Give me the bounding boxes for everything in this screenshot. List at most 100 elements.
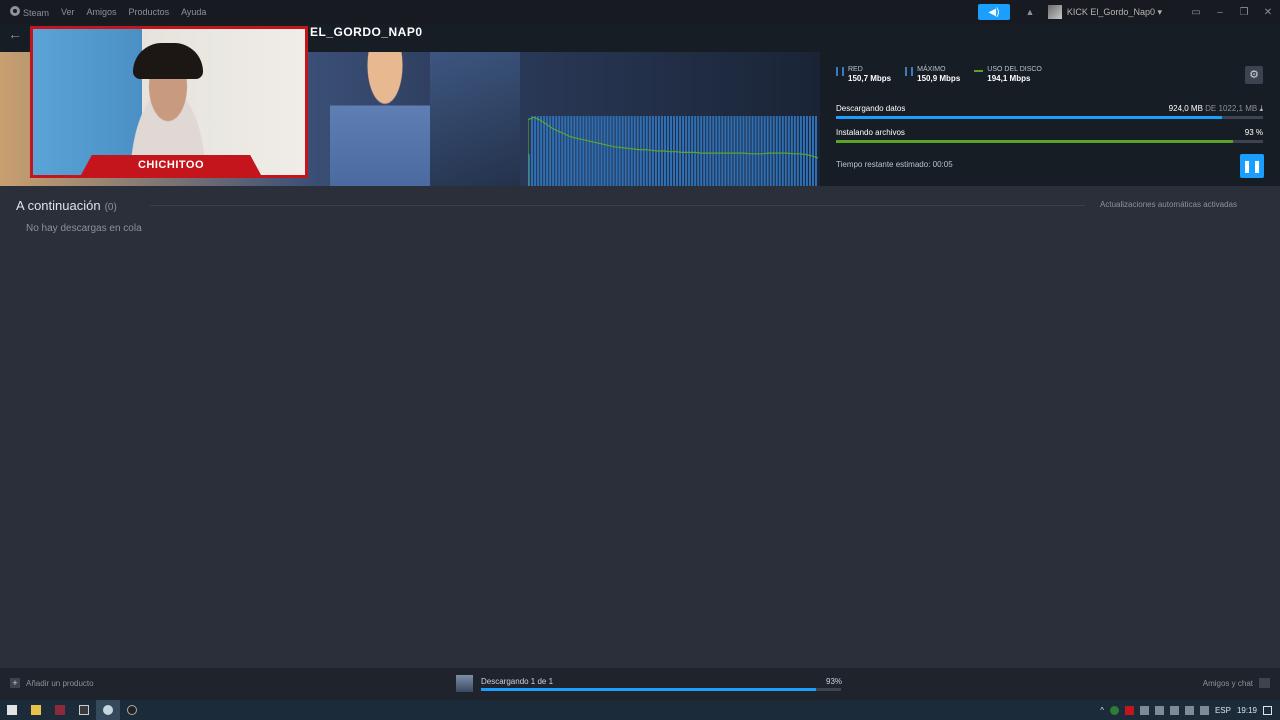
network-icon[interactable] xyxy=(1184,705,1194,715)
graph-bar xyxy=(718,116,721,186)
pause-button[interactable]: ❚❚ xyxy=(1240,154,1264,178)
queue-title: A continuación xyxy=(16,198,101,213)
windows-logo-icon xyxy=(7,705,17,715)
graph-bar xyxy=(787,116,790,186)
menu-item-productos[interactable]: Productos xyxy=(129,7,170,17)
notification-center-icon[interactable] xyxy=(1263,705,1272,715)
graph-bar xyxy=(709,116,712,186)
graph-bar xyxy=(805,116,808,186)
game-title[interactable]: EL_GORDO_NAP0 xyxy=(310,25,423,39)
menu-item-amigos[interactable]: Amigos xyxy=(87,7,117,17)
graph-bar xyxy=(573,116,576,186)
app-icon xyxy=(55,705,65,715)
volume-icon[interactable] xyxy=(1199,705,1209,715)
footer-bar: + Añadir un producto Descargando 1 de 1 … xyxy=(0,668,1280,700)
stat-disk: USO DEL DISCO 194,1 Mbps xyxy=(974,66,1042,83)
start-button[interactable] xyxy=(0,700,24,720)
graph-bar xyxy=(715,116,718,186)
taskbar-app-red[interactable] xyxy=(48,700,72,720)
tray-clock[interactable]: 19:19 xyxy=(1237,706,1257,715)
queue-heading: A continuación (0) xyxy=(16,198,117,213)
graph-bar xyxy=(745,116,748,186)
add-product-button[interactable]: + Añadir un producto xyxy=(10,678,94,688)
graph-bar xyxy=(645,116,648,186)
menu-item-ver[interactable]: Ver xyxy=(61,7,75,17)
tray-steam-icon[interactable] xyxy=(1139,705,1149,715)
footer-progress-fill xyxy=(481,688,816,691)
graph-bar xyxy=(748,116,751,186)
user-name: KICK El_Gordo_Nap0 xyxy=(1066,6,1155,17)
install-progress-bar xyxy=(836,140,1263,143)
add-product-label: Añadir un producto xyxy=(26,678,94,688)
taskbar-steam[interactable] xyxy=(96,700,120,720)
graph-bar xyxy=(778,116,781,186)
stat-disk-label: USO DEL DISCO xyxy=(987,66,1042,73)
stat-peak-label: MÁXIMO xyxy=(917,66,946,73)
taskbar-file-explorer[interactable] xyxy=(24,700,48,720)
graph-bar xyxy=(561,116,564,186)
graph-bar xyxy=(531,116,534,186)
graph-bar xyxy=(799,116,802,186)
maximize-button[interactable]: ❐ xyxy=(1232,7,1256,18)
settings-gear-icon[interactable]: ⚙ xyxy=(1245,66,1263,84)
graph-bar xyxy=(766,116,769,186)
peak-bars-icon xyxy=(905,67,914,76)
graph-bar xyxy=(627,116,630,186)
graph-bar xyxy=(624,116,627,186)
screen-icon[interactable]: ▭ xyxy=(1184,7,1208,18)
taskbar-obs[interactable] xyxy=(120,700,144,720)
graph-bar xyxy=(594,116,597,186)
download-icon: ⤓ xyxy=(1259,104,1263,113)
pause-icon: ❚❚ xyxy=(1241,159,1263,173)
graph-bar xyxy=(706,116,709,186)
graph-bar xyxy=(685,116,688,186)
tray-language[interactable]: ESP xyxy=(1215,706,1231,715)
queue-count: (0) xyxy=(104,202,117,213)
graph-bar xyxy=(814,116,817,186)
graph-bar xyxy=(676,116,679,186)
graph-bar xyxy=(621,116,624,186)
graph-bar xyxy=(763,116,766,186)
time-remaining: Tiempo restante estimado: 00:05 xyxy=(836,160,953,169)
graph-bar xyxy=(808,116,811,186)
tray-app-icon[interactable] xyxy=(1154,705,1164,715)
downloading-game-thumbnail[interactable] xyxy=(456,675,473,692)
graph-bar xyxy=(757,116,760,186)
stat-network-value: 150,7 Mbps xyxy=(848,74,892,83)
menu-bar: Steam Ver Amigos Productos Ayuda ◀) ▲ KI… xyxy=(0,0,1280,24)
steam-icon xyxy=(103,705,113,715)
close-button[interactable]: ✕ xyxy=(1256,7,1280,18)
download-progress-fill xyxy=(836,116,1222,119)
notifications-bell-icon[interactable]: ▲ xyxy=(1020,7,1040,17)
stat-disk-value: 194,1 Mbps xyxy=(987,74,1031,83)
broadcast-button[interactable]: ◀) xyxy=(977,4,1010,20)
avatar[interactable] xyxy=(1047,5,1062,19)
friends-chat-button[interactable]: Amigos y chat xyxy=(1203,678,1270,688)
download-current: 924,0 MB xyxy=(1168,104,1203,113)
tray-app-icon[interactable] xyxy=(1124,705,1134,715)
graph-bar xyxy=(570,116,573,186)
friends-chat-label: Amigos y chat xyxy=(1202,678,1253,688)
hero-artwork-secondary xyxy=(430,52,520,186)
tray-app-icon[interactable] xyxy=(1109,705,1119,715)
graph-bar xyxy=(673,116,676,186)
graph-bar xyxy=(552,116,555,186)
microphone-icon[interactable] xyxy=(1169,705,1179,715)
graph-bar xyxy=(618,116,621,186)
graph-bar xyxy=(633,116,636,186)
taskbar-app-terminal[interactable] xyxy=(72,700,96,720)
footer-download-status[interactable]: Descargando 1 de 1 xyxy=(481,677,553,686)
tray-expand-icon[interactable]: ^ xyxy=(1100,706,1104,715)
graph-bar xyxy=(648,116,651,186)
menu-item-ayuda[interactable]: Ayuda xyxy=(181,7,206,17)
graph-bar xyxy=(612,116,615,186)
graph-bar xyxy=(724,116,727,186)
steam-menu[interactable]: Steam xyxy=(10,6,49,18)
graph-bar xyxy=(579,116,582,186)
auto-updates-status[interactable]: Actualizaciones automáticas activadas xyxy=(1100,200,1237,209)
minimize-button[interactable]: – xyxy=(1208,7,1232,18)
back-arrow-icon[interactable]: ← xyxy=(8,26,22,42)
graph-bar xyxy=(537,116,540,186)
user-menu[interactable]: KICK El_Gordo_Nap0 ▾ xyxy=(1067,7,1162,18)
graph-bar xyxy=(796,116,799,186)
